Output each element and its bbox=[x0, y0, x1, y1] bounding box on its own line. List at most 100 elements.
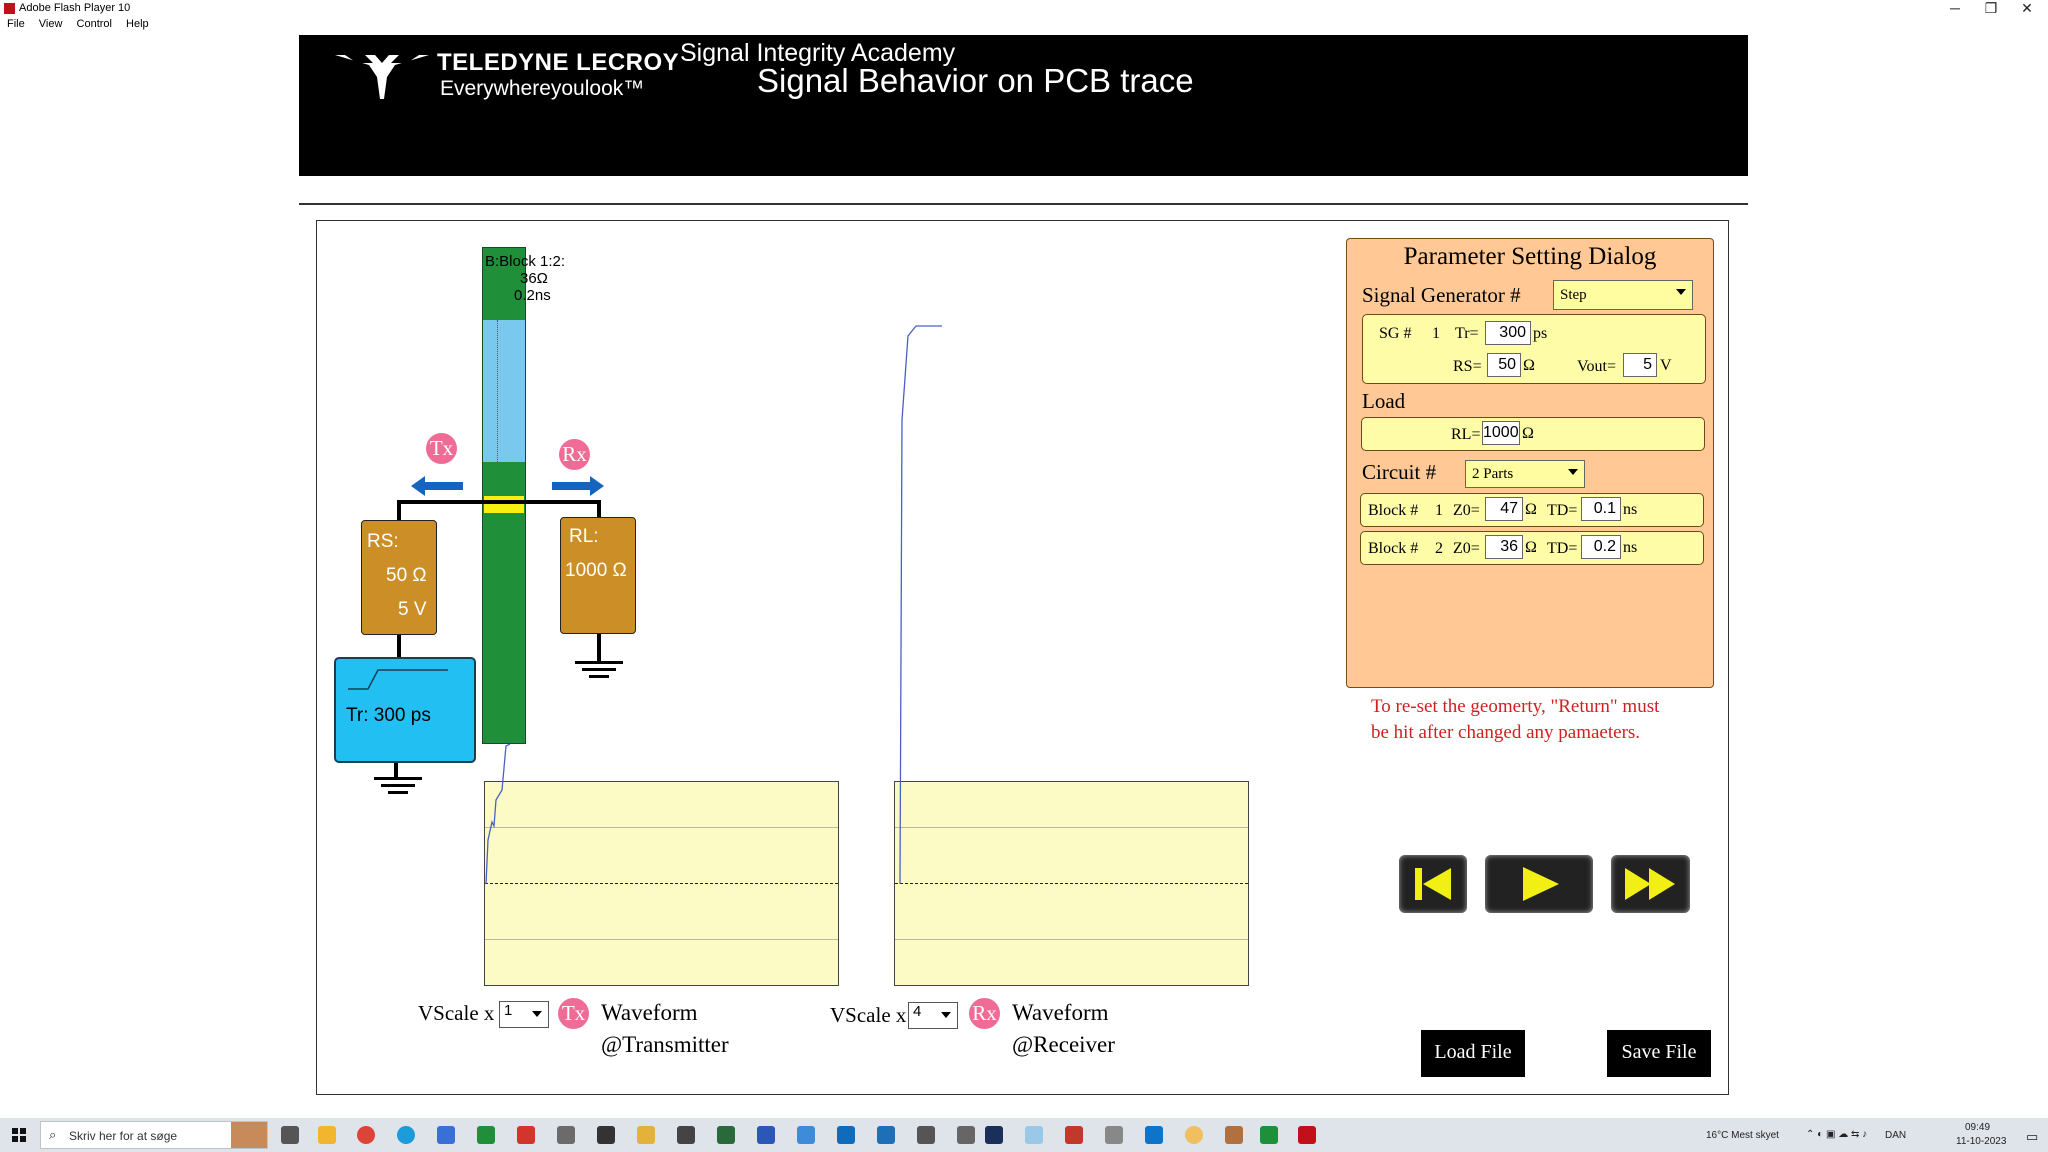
tray-icons[interactable]: ⌃ ◐ ▣ ☁ ⇆ ♪ bbox=[1806, 1129, 1867, 1140]
block-1-z0-label: Z0= bbox=[1453, 502, 1480, 519]
clock-date[interactable]: 11-10-2023 bbox=[1956, 1136, 2006, 1147]
windows-start-icon[interactable] bbox=[12, 1128, 26, 1142]
rl-input[interactable]: 1000 bbox=[1482, 421, 1520, 445]
file-explorer-icon[interactable] bbox=[318, 1126, 336, 1144]
rs-param-label: RS= bbox=[1453, 358, 1482, 375]
block-2-prefix: Block # bbox=[1368, 540, 1419, 557]
language-indicator[interactable]: DAN bbox=[1885, 1130, 1906, 1141]
block-1-z0-unit: Ω bbox=[1525, 501, 1537, 518]
app-icon[interactable] bbox=[757, 1126, 775, 1144]
load-file-button[interactable]: Load File bbox=[1421, 1030, 1525, 1077]
save-file-button[interactable]: Save File bbox=[1607, 1030, 1711, 1077]
rx-waveform-trace bbox=[899, 325, 942, 885]
signal-generator-box[interactable]: Tr: 300 ps bbox=[334, 657, 476, 763]
notification-icon[interactable]: ▭ bbox=[2026, 1129, 2038, 1145]
rl-unit: Ω bbox=[1522, 425, 1534, 442]
generator-ground-icon bbox=[373, 777, 423, 798]
tx-grid-line bbox=[485, 939, 838, 940]
app-icon[interactable] bbox=[1025, 1126, 1043, 1144]
load-label: Load bbox=[1362, 389, 1406, 413]
trace-block-label: B:Block 1:2: bbox=[485, 253, 566, 270]
block-2-z0-input[interactable]: 36 bbox=[1485, 535, 1523, 559]
word-icon[interactable] bbox=[437, 1126, 455, 1144]
app-icon[interactable] bbox=[957, 1126, 975, 1144]
rs-input[interactable]: 50 bbox=[1487, 353, 1521, 377]
vout-input[interactable]: 5 bbox=[1623, 353, 1657, 377]
task-view-icon[interactable] bbox=[281, 1126, 299, 1144]
app-icon[interactable] bbox=[1105, 1126, 1123, 1144]
app-icon[interactable] bbox=[637, 1126, 655, 1144]
circuit-select[interactable]: 2 Parts bbox=[1465, 460, 1585, 488]
app-icon[interactable] bbox=[717, 1126, 735, 1144]
trace-td-label: 0.2ns bbox=[514, 287, 551, 304]
minimize-button[interactable]: ─ bbox=[1938, 0, 1972, 18]
clock-time[interactable]: 09:49 bbox=[1965, 1122, 1990, 1133]
app-icon[interactable] bbox=[877, 1126, 895, 1144]
windows-taskbar: ⌕ Skriv her for at søge 16°C Mest skyet … bbox=[0, 1118, 2048, 1152]
reset-note-line2: be hit after changed any pamaeters. bbox=[1371, 722, 1641, 743]
rx-vscale-value: 4 bbox=[913, 1003, 922, 1020]
menu-view[interactable]: View bbox=[39, 18, 63, 30]
tr-label: Tr= bbox=[1455, 325, 1479, 342]
flash-player-taskbar-icon[interactable] bbox=[1298, 1126, 1316, 1144]
excel-icon[interactable] bbox=[477, 1126, 495, 1144]
tx-zero-line bbox=[485, 883, 838, 884]
app-icon[interactable] bbox=[677, 1126, 695, 1144]
rs-unit: Ω bbox=[1523, 357, 1535, 374]
app-icon[interactable] bbox=[917, 1126, 935, 1144]
rs-gen-wire bbox=[397, 633, 401, 658]
play-button[interactable] bbox=[1485, 855, 1593, 913]
menu-file[interactable]: File bbox=[7, 18, 25, 30]
rx-grid-line bbox=[895, 827, 1248, 828]
sg-params-box: SG # 1 Tr= 300 ps RS= 50 Ω Vout= 5 V bbox=[1362, 314, 1706, 384]
block-1-td-input[interactable]: 0.1 bbox=[1581, 497, 1621, 521]
sg-prefix: SG # bbox=[1379, 325, 1412, 342]
block-1-z0-input[interactable]: 47 bbox=[1485, 497, 1523, 521]
block-2-z0-unit: Ω bbox=[1525, 539, 1537, 556]
app-icon[interactable] bbox=[1065, 1126, 1083, 1144]
brand-name: TELEDYNE LECROY bbox=[437, 49, 680, 76]
app-icon[interactable] bbox=[985, 1126, 1003, 1144]
gen-ground-wire bbox=[394, 762, 398, 778]
rx-vscale-select[interactable]: 4 bbox=[908, 1002, 958, 1029]
load-resistor-box[interactable]: RL: 1000 Ω bbox=[560, 517, 636, 634]
outlook-icon[interactable] bbox=[837, 1126, 855, 1144]
app-icon[interactable] bbox=[1145, 1126, 1163, 1144]
load-params-box: RL= 1000 Ω bbox=[1361, 417, 1705, 451]
block-2-td-input[interactable]: 0.2 bbox=[1581, 535, 1621, 559]
app-icon[interactable] bbox=[1185, 1126, 1203, 1144]
rs-value: 50 Ω bbox=[386, 565, 427, 586]
menu-help[interactable]: Help bbox=[126, 18, 149, 30]
app-icon[interactable] bbox=[557, 1126, 575, 1144]
restore-button[interactable]: ❐ bbox=[1974, 0, 2008, 18]
rl-value: 1000 Ω bbox=[565, 560, 627, 581]
fast-forward-button[interactable] bbox=[1611, 855, 1690, 913]
rx-waveform-plot bbox=[894, 781, 1249, 986]
app-icon[interactable] bbox=[1260, 1126, 1278, 1144]
chevron-down-icon bbox=[1568, 469, 1578, 475]
app-icon[interactable] bbox=[597, 1126, 615, 1144]
block-1-td-label: TD= bbox=[1547, 502, 1578, 519]
edge-icon[interactable] bbox=[397, 1126, 415, 1144]
acrobat-icon[interactable] bbox=[517, 1126, 535, 1144]
weather-status[interactable]: 16°C Mest skyet bbox=[1706, 1130, 1779, 1141]
tx-vscale-label: VScale x bbox=[418, 1001, 495, 1025]
block-2-td-unit: ns bbox=[1623, 539, 1638, 556]
signal-generator-select[interactable]: Step bbox=[1553, 280, 1693, 310]
rewind-button[interactable] bbox=[1399, 855, 1467, 913]
page-title: Signal Behavior on PCB trace bbox=[757, 62, 1194, 99]
circuit-label: Circuit # bbox=[1362, 460, 1437, 484]
tr-input[interactable]: 300 bbox=[1485, 321, 1531, 345]
chrome-icon[interactable] bbox=[357, 1126, 375, 1144]
close-button[interactable]: ✕ bbox=[2010, 0, 2044, 18]
rl-title: RL: bbox=[569, 526, 599, 547]
rx-grid-line bbox=[895, 939, 1248, 940]
app-icon[interactable] bbox=[1225, 1126, 1243, 1144]
menu-control[interactable]: Control bbox=[77, 18, 112, 30]
source-resistor-box[interactable]: RS: 50 Ω 5 V bbox=[361, 520, 437, 635]
tx-vscale-select[interactable]: 1 bbox=[499, 1001, 549, 1028]
taskbar-search[interactable]: ⌕ Skriv her for at søge bbox=[40, 1121, 268, 1149]
tx-vscale-value: 1 bbox=[504, 1002, 513, 1019]
block-2-row: Block # 2 Z0= 36 Ω TD= 0.2 ns bbox=[1360, 531, 1704, 565]
calculator-icon[interactable] bbox=[797, 1126, 815, 1144]
